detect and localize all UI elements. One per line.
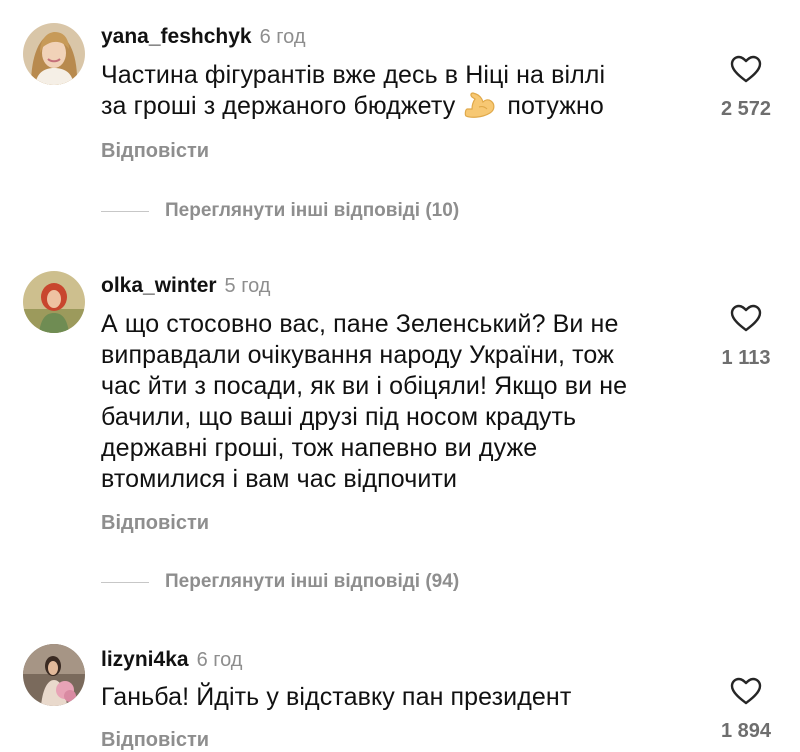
comment-text: Ганьба! Йдіть у відставку пан президент [101,682,701,713]
like-area: 1 894 [706,677,786,743]
comment-text-line: державні гроші, тож напевно ви дуже [101,434,538,462]
reply-button[interactable]: Відповісти [101,728,209,752]
comment-time: 5 год [224,275,271,297]
comment-text-segment: потужно [507,92,604,120]
reply-button[interactable]: Відповісти [101,511,209,535]
avatar[interactable] [23,23,85,85]
flexed-biceps-icon [464,91,496,127]
comment-text-line: А що стосовно вас, пане Зеленський? Ви н… [101,310,619,338]
comment-text-line: час йти з посади, як ви і обіцяли! Якщо … [101,372,628,400]
like-count: 2 572 [720,98,772,120]
comment-text-line: бачили, що ваші друзі під носом крадуть [101,403,577,431]
heart-outline-icon[interactable] [730,55,762,83]
divider [101,210,149,212]
comment-text-line: виправдали очікування народу України, то… [101,341,614,369]
comment-time: 6 год [196,649,243,671]
comment-text-segment: за гроші з держаного бюджету [101,92,456,120]
comment-text-line: Частина фігурантів вже десь в Ніці на ві… [101,61,606,89]
comment-text: А що стосовно вас, пане Зеленський? Ви н… [101,309,701,495]
username[interactable]: lizyni4ka [101,648,189,671]
divider [101,581,149,583]
view-replies-label: Переглянути інші відповіді (94) [165,571,460,592]
view-replies-button[interactable]: Переглянути інші відповіді (10) [101,199,459,223]
view-replies-label: Переглянути інші відповіді (10) [165,200,460,221]
username[interactable]: olka_winter [101,274,217,297]
like-area: 1 113 [706,304,786,370]
comment-text: Частина фігурантів вже десь в Ніці на ві… [101,60,701,127]
view-replies-button[interactable]: Переглянути інші відповіді (94) [101,570,459,594]
heart-outline-icon[interactable] [730,304,762,332]
username[interactable]: yana_feshchyk [101,25,252,48]
comment-text-line: Ганьба! Йдіть у відставку пан президент [101,683,572,711]
comment-time: 6 год [259,26,306,48]
like-area: 2 572 [706,55,786,121]
reply-button[interactable]: Відповісти [101,139,209,163]
comment-text-line: втомилися і вам час відпочити [101,465,458,493]
avatar[interactable] [23,644,85,706]
comment-text-line: за гроші з держаного бюджету потужно [101,91,701,127]
like-count: 1 894 [720,720,772,742]
like-count: 1 113 [721,347,771,369]
avatar[interactable] [23,271,85,333]
heart-outline-icon[interactable] [730,677,762,705]
